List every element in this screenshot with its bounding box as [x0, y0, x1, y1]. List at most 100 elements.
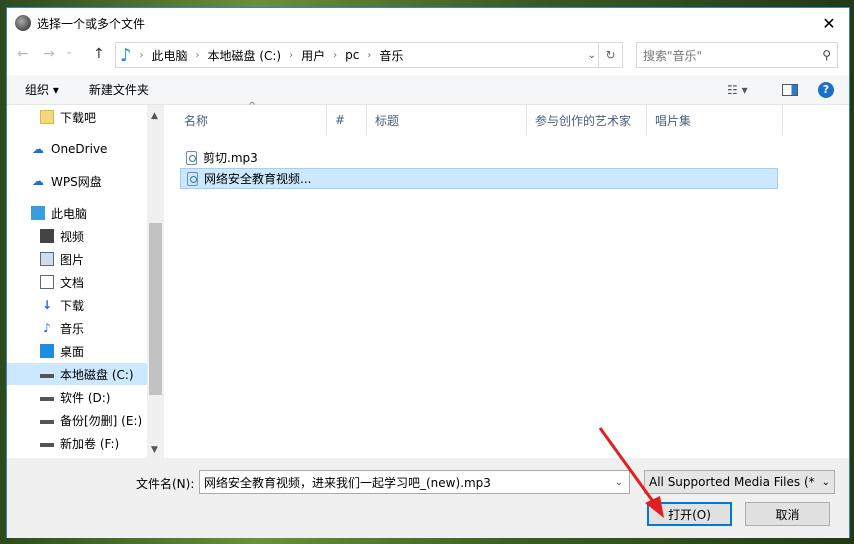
sidebar-item[interactable]: 下载吧: [7, 106, 147, 128]
bottom-panel: 文件名(N): 网络安全教育视频，进来我们一起学习吧_(new).mp3 ⌄ Al…: [7, 458, 849, 538]
chevron-icon: ›: [195, 49, 200, 61]
sidebar-item-label: 音乐: [60, 321, 85, 336]
column-artist[interactable]: 参与创作的艺术家: [527, 105, 647, 135]
file-type-value: All Supported Media Files (*: [649, 475, 815, 489]
sidebar-item[interactable]: ♪ 音乐: [7, 317, 147, 339]
close-button[interactable]: ✕: [809, 8, 849, 38]
folder-icon: [40, 110, 54, 124]
file-list: ^ 名称 # 标题 参与创作的艺术家 唱片集 剪切.mp3 网络安全教育视频..…: [166, 101, 850, 458]
search-placeholder: 搜索"音乐": [643, 48, 703, 63]
sidebar-item-label: 文档: [60, 275, 85, 290]
column-number[interactable]: #: [327, 105, 367, 135]
view-options-icon[interactable]: ☷ ▾: [727, 83, 748, 97]
breadcrumb-item[interactable]: 音乐: [379, 47, 403, 64]
file-row[interactable]: 剪切.mp3: [180, 147, 778, 168]
scrollbar-thumb[interactable]: [149, 223, 162, 395]
sidebar-item-label: 视频: [60, 229, 85, 244]
chevron-icon: ›: [289, 49, 294, 61]
chevron-down-icon[interactable]: ⌄: [615, 477, 623, 488]
sidebar-scrollbar[interactable]: ▲ ▼: [147, 105, 164, 458]
sidebar-item-label: 下载吧: [60, 110, 97, 125]
picture-icon: [40, 252, 54, 266]
column-name[interactable]: 名称: [176, 105, 327, 135]
sidebar-item[interactable]: ↓ 下载: [7, 294, 147, 316]
forward-button[interactable]: →: [43, 46, 55, 62]
music-icon: ♪: [43, 321, 51, 335]
sidebar-item-label: 新加卷 (F:): [60, 436, 120, 451]
scroll-down-icon[interactable]: ▼: [151, 445, 158, 455]
sidebar-item-label: OneDrive: [51, 142, 108, 156]
drive-icon: [40, 393, 54, 401]
audio-file-icon: [186, 150, 197, 165]
music-icon: ♪: [120, 44, 132, 66]
column-album[interactable]: 唱片集: [647, 105, 783, 135]
refresh-icon[interactable]: ↻: [598, 43, 622, 67]
search-icon[interactable]: ⚲: [822, 48, 831, 62]
file-open-dialog: 选择一个或多个文件 ✕ ← → ⌄ ↑ ♪ › 此电脑 › 本地磁盘 (C:) …: [6, 7, 850, 538]
sidebar-item-label: 软件 (D:): [60, 390, 111, 405]
drive-icon: [40, 439, 54, 447]
scroll-up-icon[interactable]: ▲: [151, 111, 158, 121]
file-type-select[interactable]: All Supported Media Files (* ⌄: [644, 470, 835, 494]
breadcrumb-item[interactable]: 本地磁盘 (C:): [208, 47, 282, 64]
sidebar-item[interactable]: ☁ WPS网盘: [7, 170, 147, 192]
sidebar-item-label: 下载: [60, 298, 85, 313]
sidebar-item[interactable]: 软件 (D:): [7, 386, 147, 408]
drive-icon: [40, 370, 54, 378]
file-name: 剪切.mp3: [203, 151, 258, 165]
help-icon[interactable]: ?: [818, 81, 834, 98]
address-bar[interactable]: ♪ › 此电脑 › 本地磁盘 (C:) › 用户 › pc › 音乐 ⌄ ↻: [115, 42, 623, 68]
sidebar-item[interactable]: 此电脑: [7, 202, 147, 224]
sidebar-item-label: 图片: [60, 252, 85, 267]
document-icon: [40, 275, 54, 289]
sidebar-item[interactable]: 备份[勿删] (E:): [7, 409, 147, 431]
sidebar-item[interactable]: 本地磁盘 (C:): [7, 363, 147, 385]
cancel-button[interactable]: 取消: [745, 502, 830, 526]
app-icon: [15, 15, 31, 31]
open-button[interactable]: 打开(O): [647, 502, 732, 526]
sidebar-item[interactable]: ☁ OneDrive: [7, 138, 147, 160]
new-folder-button[interactable]: 新建文件夹: [89, 81, 149, 98]
sidebar-item[interactable]: 图片: [7, 248, 147, 270]
navigation-bar: ← → ⌄ ↑ ♪ › 此电脑 › 本地磁盘 (C:) › 用户 › pc › …: [7, 42, 849, 68]
drive-icon: [40, 416, 54, 424]
back-button[interactable]: ←: [17, 46, 29, 62]
sidebar-item[interactable]: 视频: [7, 225, 147, 247]
sidebar-item-label: 桌面: [60, 344, 85, 359]
sidebar-item-label: 此电脑: [51, 206, 88, 221]
search-input[interactable]: 搜索"音乐" ⚲: [636, 42, 838, 68]
address-dropdown-icon[interactable]: ⌄: [588, 50, 596, 61]
desktop-icon: [40, 344, 54, 358]
sidebar-item[interactable]: 新加卷 (F:): [7, 432, 147, 454]
chevron-down-icon[interactable]: ⌄: [821, 476, 830, 488]
filename-input[interactable]: 网络安全教育视频，进来我们一起学习吧_(new).mp3 ⌄: [199, 470, 630, 494]
chevron-icon: ›: [333, 49, 338, 61]
sidebar-item-label: 本地磁盘 (C:): [60, 367, 134, 382]
computer-icon: [31, 206, 45, 220]
filename-value: 网络安全教育视频，进来我们一起学习吧_(new).mp3: [204, 475, 491, 490]
chevron-icon: ›: [139, 49, 144, 61]
toolbar: 组织 ▾ 新建文件夹 ☷ ▾ ?: [7, 75, 849, 105]
column-header-row: ^ 名称 # 标题 参与创作的艺术家 唱片集: [166, 101, 850, 135]
column-title[interactable]: 标题: [367, 105, 527, 135]
window-title: 选择一个或多个文件: [37, 16, 146, 31]
sidebar-item-label: WPS网盘: [51, 174, 102, 189]
organize-button[interactable]: 组织 ▾: [25, 81, 59, 98]
cloud-icon: ☁: [32, 142, 44, 156]
recent-locations-button[interactable]: ⌄: [65, 46, 73, 57]
breadcrumb-item[interactable]: 用户: [301, 47, 325, 64]
navigation-pane: 下载吧 ☁ OneDrive ☁ WPS网盘 此电脑 视频 图片 文档 ↓ 下载 ♪ 音…: [7, 105, 165, 458]
sidebar-item[interactable]: 文档: [7, 271, 147, 293]
chevron-icon: ›: [367, 49, 372, 61]
breadcrumb-item[interactable]: pc: [345, 48, 359, 62]
breadcrumb-item[interactable]: 此电脑: [152, 47, 188, 64]
video-icon: [40, 229, 54, 243]
up-button[interactable]: ↑: [93, 46, 105, 62]
filename-label: 文件名(N):: [136, 477, 195, 491]
audio-file-icon: [187, 171, 198, 186]
preview-pane-icon[interactable]: [782, 83, 798, 96]
title-bar: 选择一个或多个文件 ✕: [7, 8, 849, 38]
file-row[interactable]: 网络安全教育视频...: [180, 168, 778, 189]
sidebar-item[interactable]: 桌面: [7, 340, 147, 362]
download-icon: ↓: [41, 298, 53, 312]
